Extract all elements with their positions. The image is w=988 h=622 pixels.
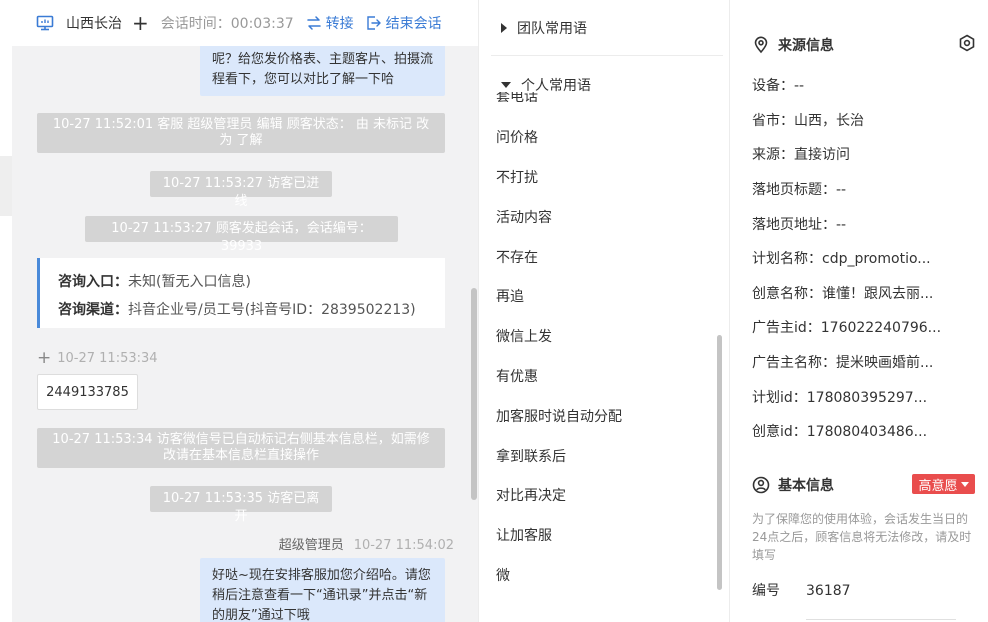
- end-session-label: 结束会话: [385, 16, 442, 32]
- source-info-label: 来源信息: [778, 38, 834, 54]
- left-strip-highlight: [0, 156, 12, 216]
- phrases-scrollbar[interactable]: [717, 335, 722, 590]
- agent-message-time: 10-27 11:54:02: [353, 538, 454, 553]
- message-hover-area: [12, 46, 478, 104]
- basic-info-title: 基本信息: [752, 475, 834, 495]
- intent-level-value: 高意愿: [918, 478, 958, 494]
- transfer-icon: [306, 16, 321, 30]
- chat-messages[interactable]: 呢？给您发价格表、主题客片、拍摄流程看下，您可以对比了解一下哈 10-27 11…: [12, 42, 478, 622]
- agent-name: 超级管理员: [278, 538, 344, 553]
- info-plan-id: 计划id：178080395297...: [752, 390, 928, 406]
- inquiry-entry-row: 咨询入口：未知(暂无入口信息): [58, 268, 427, 296]
- inquiry-entry-label: 咨询入口：: [58, 274, 128, 290]
- monitor-icon: [36, 15, 54, 31]
- inquiry-info-card: 咨询入口：未知(暂无入口信息) 咨询渠道：抖音企业号/员工号(抖音号ID：283…: [37, 258, 445, 328]
- info-landing-title: 落地页标题：--: [752, 182, 847, 198]
- visitor-info-panel: 来源信息 设备：-- 省市：山西，长治 来源：直接访问 落地页标题：-- 落地页…: [730, 0, 988, 622]
- phrase-item[interactable]: 加客服时说自动分配: [496, 406, 622, 426]
- team-phrases-label: 团队常用语: [517, 21, 587, 37]
- phrase-item[interactable]: 拿到联系后: [496, 446, 566, 466]
- info-plan-name: 计划名称：cdp_promotio...: [752, 251, 931, 267]
- phrase-item[interactable]: 微信上发: [496, 326, 552, 346]
- inquiry-entry-value: 未知(暂无入口信息): [128, 274, 251, 290]
- team-phrases-group[interactable]: 团队常用语: [501, 18, 587, 38]
- group-divider: [491, 55, 723, 56]
- transfer-button[interactable]: 转接: [306, 13, 354, 33]
- info-device: 设备：--: [752, 78, 805, 94]
- common-phrases-panel: 团队常用语 个人常用语 套电话 问价格 不打扰 活动内容 不存在 再追 微信上发…: [478, 0, 730, 622]
- transfer-label: 转接: [325, 16, 354, 32]
- phrase-item[interactable]: 问价格: [496, 127, 538, 147]
- chat-scrollbar[interactable]: [471, 288, 477, 500]
- info-source: 来源：直接访问: [752, 147, 850, 163]
- caret-down-icon: [960, 481, 969, 487]
- phrase-item[interactable]: 有优惠: [496, 366, 538, 386]
- location-pin-icon: [754, 36, 768, 54]
- customer-id-label: 编号: [752, 583, 780, 599]
- phrase-item[interactable]: 再追: [496, 286, 524, 306]
- system-message: 10-27 11:53:34 访客微信号已自动标记右侧基本信息栏，如需修改请在基…: [37, 428, 445, 468]
- phrase-item[interactable]: 微: [496, 565, 510, 585]
- system-message: 10-27 11:53:35 访客已离开: [150, 486, 332, 524]
- source-info-title: 来源信息: [752, 35, 834, 55]
- caret-right-icon: [501, 23, 507, 33]
- caret-down-icon: [501, 82, 511, 88]
- app-root: 山西长治 + 会话时间：00:03:37 转接 结束会话 呢？给您发价格表、主题…: [0, 0, 988, 622]
- add-icon[interactable]: +: [132, 13, 149, 33]
- info-advertiser-name: 广告主名称：提米映画婚前...: [752, 355, 934, 371]
- agent-message-bubble: 好哒~现在安排客服加您介绍哈。请您稍后注意查看一下“通讯录”并点击“新的朋友”通…: [200, 558, 445, 622]
- exit-icon: [366, 16, 381, 30]
- phrase-item[interactable]: 套电话: [496, 92, 538, 102]
- chat-panel: 山西长治 + 会话时间：00:03:37 转接 结束会话 呢？给您发价格表、主题…: [12, 0, 478, 622]
- info-landing-url: 落地页地址：--: [752, 217, 847, 233]
- info-creative-name: 创意名称：谁懂！跟风去丽...: [752, 286, 934, 302]
- phrase-item[interactable]: 不打扰: [496, 167, 538, 187]
- session-time: 会话时间：00:03:37: [160, 16, 294, 32]
- end-session-button[interactable]: 结束会话: [366, 13, 442, 33]
- field-divider: [806, 619, 956, 620]
- system-message: 10-27 11:53:27 访客已进线: [150, 171, 332, 209]
- phrase-item[interactable]: 对比再决定: [496, 485, 566, 505]
- phrase-item[interactable]: 让加客服: [496, 525, 552, 545]
- customer-id-value: 36187: [806, 583, 851, 599]
- intent-level-dropdown[interactable]: 高意愿: [912, 474, 975, 494]
- user-circle-icon: [752, 476, 770, 494]
- inquiry-channel-row: 咨询渠道：抖音企业号/员工号(抖音号ID：2839502213): [58, 296, 427, 324]
- add-icon[interactable]: +: [37, 348, 51, 368]
- agent-message-meta: 超级管理员 10-27 11:54:02: [279, 534, 454, 553]
- phrase-item[interactable]: 不存在: [496, 247, 538, 267]
- system-message: 10-27 11:53:27 顾客发起会话，会话编号：39933: [85, 216, 398, 254]
- basic-info-label: 基本信息: [778, 478, 834, 494]
- visitor-message-meta: + 10-27 11:53:34: [37, 348, 158, 368]
- settings-icon[interactable]: [958, 34, 976, 52]
- inquiry-channel-value: 抖音企业号/员工号(抖音号ID：2839502213): [128, 302, 416, 318]
- left-strip: [0, 0, 12, 622]
- customer-id-row: 编号 36187: [752, 580, 851, 600]
- inquiry-channel-label: 咨询渠道：: [58, 302, 128, 318]
- visitor-message-bubble: 2449133785: [37, 374, 138, 410]
- system-message: 10-27 11:52:01 客服 超级管理员 编辑 顾客状态： 由 未标记 改…: [37, 113, 445, 153]
- chat-header: 山西长治 + 会话时间：00:03:37 转接 结束会话: [12, 0, 478, 46]
- info-province-city: 省市：山西，长治: [752, 113, 864, 129]
- visitor-location: 山西长治: [66, 16, 122, 32]
- visitor-message-time: 10-27 11:53:34: [57, 350, 158, 366]
- edit-deadline-note: 为了保障您的使用体验，会话发生当日的24点之后，顾客信息将无法修改，请及时填写: [752, 512, 972, 562]
- phrase-item[interactable]: 活动内容: [496, 207, 552, 227]
- info-creative-id: 创意id：178080403486...: [752, 424, 928, 440]
- info-advertiser-id: 广告主id：176022240796...: [752, 320, 942, 336]
